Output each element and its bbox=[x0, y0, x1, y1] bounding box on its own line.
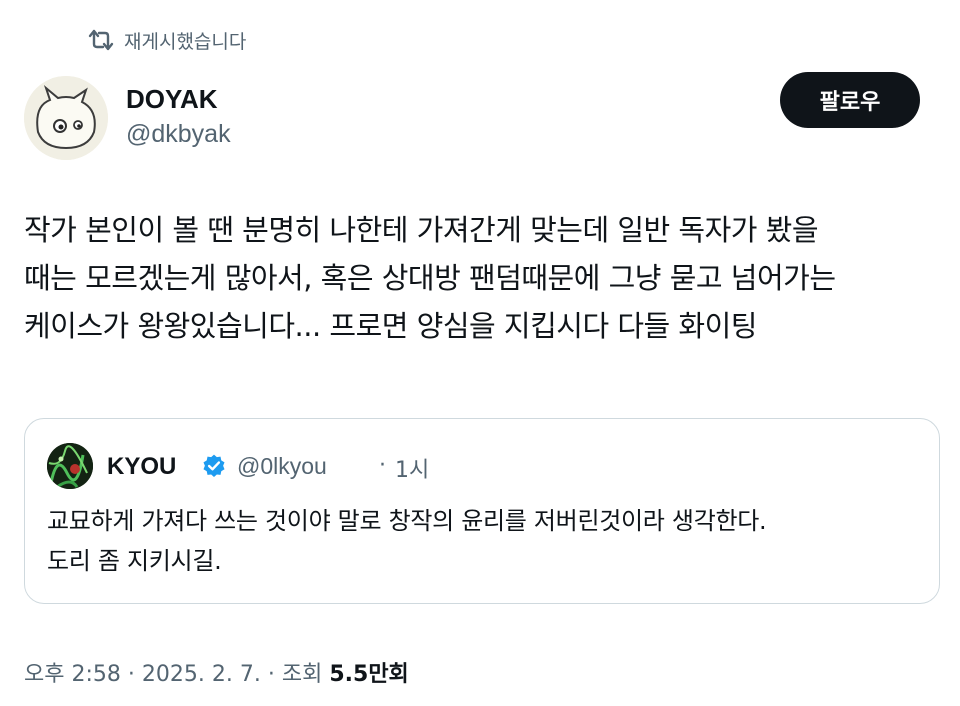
author-name[interactable]: DOYAK bbox=[126, 84, 218, 115]
repost-label: 재게시했습니다 bbox=[124, 30, 247, 53]
quote-text: 교묘하게 가져다 쓰는 것이야 말로 창작의 윤리를 저버린것이라 생각한다. … bbox=[47, 501, 927, 581]
quote-author-name[interactable]: KYOU bbox=[107, 453, 176, 481]
quote-line: 교묘하게 가져다 쓰는 것이야 말로 창작의 윤리를 저버린것이라 생각한다. bbox=[47, 507, 767, 535]
post-date[interactable]: 2025. 2. 7. bbox=[142, 662, 261, 687]
quote-timestamp[interactable]: 1시 bbox=[395, 452, 429, 484]
meta-separator: · bbox=[127, 662, 135, 687]
quote-separator: · bbox=[379, 453, 386, 478]
post-text: 작가 본인이 볼 땐 분명히 나한테 가져간게 맞는데 일반 독자가 봤을 때는… bbox=[24, 206, 944, 350]
repost-indicator[interactable]: 재게시했습니다 bbox=[86, 26, 246, 54]
post-line: 때는 모르겠는게 많아서, 혹은 상대방 팬덤때문에 그냥 묻고 넘어가는 bbox=[24, 261, 836, 295]
verified-badge-icon bbox=[203, 454, 225, 477]
quote-line: 도리 좀 지키시길. bbox=[47, 547, 222, 575]
post-line: 케이스가 왕왕있습니다... 프로면 양심을 지킵시다 다들 화이팅 bbox=[24, 309, 757, 343]
post-line: 작가 본인이 볼 땐 분명히 나한테 가져간게 맞는데 일반 독자가 봤을 bbox=[24, 213, 819, 247]
author-handle[interactable]: @dkbyak bbox=[126, 120, 231, 149]
views-count[interactable]: 5.5만회 bbox=[329, 662, 408, 687]
views-value: 5.5 bbox=[329, 662, 369, 687]
quote-avatar-image bbox=[47, 443, 93, 489]
quoted-post[interactable]: KYOU @0lkyou · 1시 교묘하게 가져다 쓰는 것이야 말로 창작의… bbox=[24, 418, 940, 604]
quote-avatar[interactable] bbox=[47, 443, 93, 489]
follow-button[interactable]: 팔로우 bbox=[780, 72, 920, 128]
meta-separator: · bbox=[267, 662, 275, 687]
repost-icon bbox=[88, 29, 114, 51]
post-time[interactable]: 오후 2:58 bbox=[24, 662, 121, 687]
views-label: 조회 bbox=[281, 662, 323, 687]
avatar[interactable] bbox=[24, 76, 108, 160]
ghost-cat-avatar bbox=[24, 76, 108, 160]
quote-author-handle[interactable]: @0lkyou bbox=[237, 453, 327, 480]
post-metadata: 오후 2:58 · 2025. 2. 7. · 조회 5.5만회 bbox=[24, 656, 409, 688]
views-unit: 만회 bbox=[368, 662, 409, 687]
